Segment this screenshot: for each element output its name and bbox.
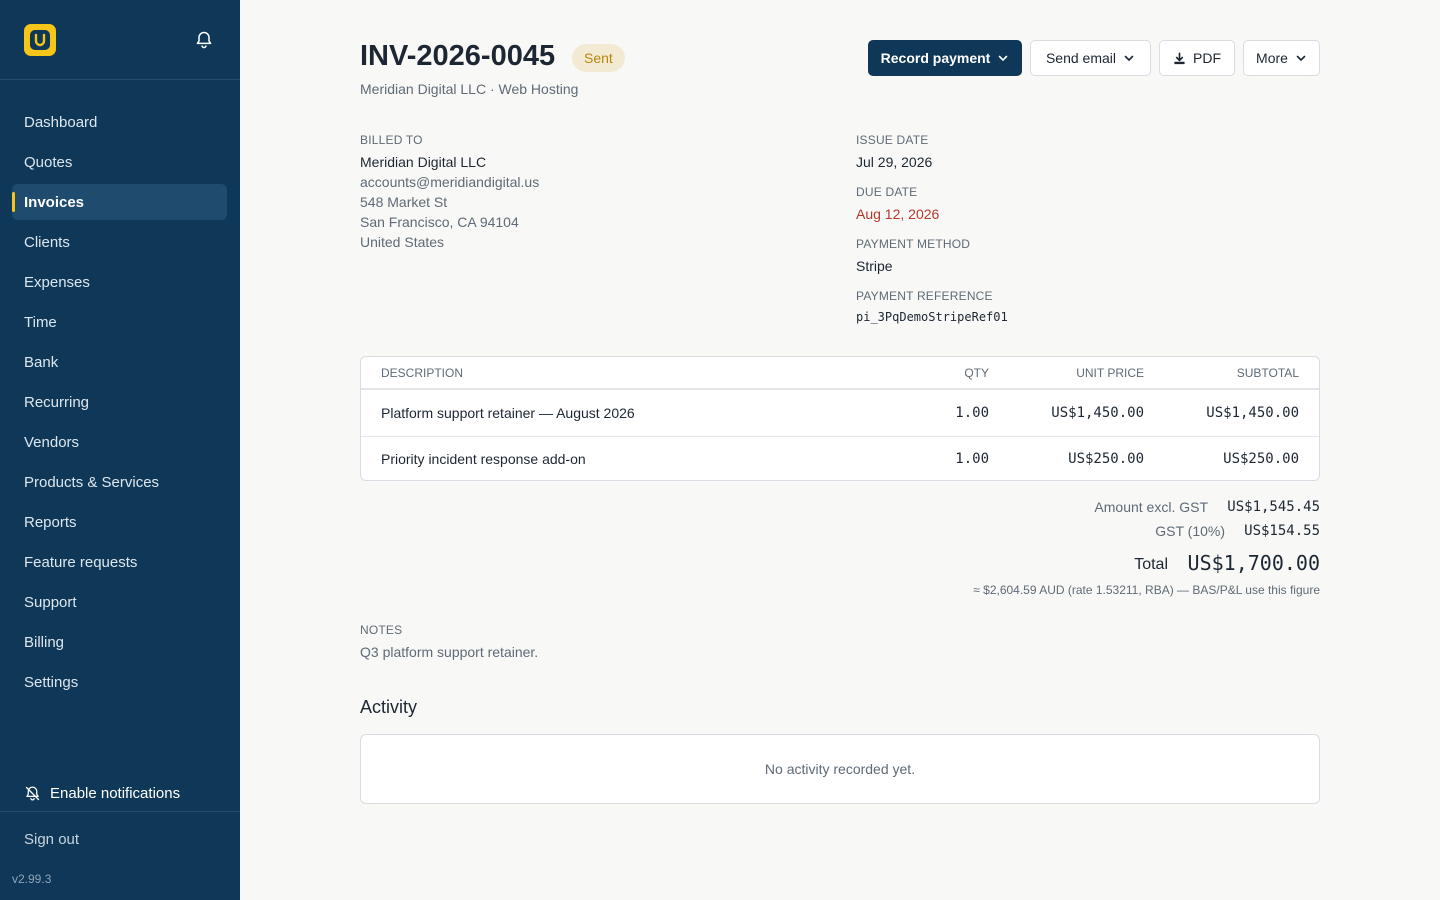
client-name: Meridian Digital LLC	[360, 154, 487, 170]
col-description: DESCRIPTION	[381, 366, 464, 380]
nav-item-invoices[interactable]: Invoices	[12, 184, 227, 220]
pdf-label: PDF	[1193, 50, 1221, 66]
payment-method: Stripe	[856, 258, 893, 274]
item-description: Platform support retainer — August 2026	[381, 405, 635, 421]
line-items-table: DESCRIPTION QTY UNIT PRICE SUBTOTAL Plat…	[360, 356, 1320, 481]
nav-item-bank[interactable]: Bank	[12, 344, 227, 380]
notes-text: Q3 platform support retainer.	[360, 644, 539, 660]
nav-item-feature-requests[interactable]: Feature requests	[12, 544, 227, 580]
download-icon	[1174, 52, 1185, 64]
bell-off-icon	[25, 785, 40, 800]
amount-excl-gst-value: US$1,545.45	[1227, 499, 1320, 515]
more-actions-button[interactable]: More	[1243, 40, 1320, 76]
billed-to-label: BILLED TO	[360, 133, 423, 147]
record-payment-button[interactable]: Record payment	[868, 40, 1022, 76]
nav-item-settings[interactable]: Settings	[12, 664, 227, 700]
nav-item-dashboard[interactable]: Dashboard	[12, 104, 227, 140]
nav-item-vendors[interactable]: Vendors	[12, 424, 227, 460]
client-street: 548 Market St	[360, 194, 448, 210]
issue-date: Jul 29, 2026	[856, 154, 933, 170]
item-unit-price: US$1,450.00	[1051, 405, 1144, 421]
col-subtotal: SUBTOTAL	[1236, 366, 1299, 380]
amount-excl-gst-label: Amount excl. GST	[1094, 499, 1208, 515]
activity-title: Activity	[360, 697, 418, 717]
record-payment-label: Record payment	[880, 50, 991, 66]
status-badge: Sent	[572, 44, 625, 72]
payment-reference: pi_3PqDemoStripeRef01	[856, 310, 1008, 324]
gst-value: US$154.55	[1244, 523, 1320, 539]
chevron-down-icon	[999, 55, 1008, 61]
client-city: San Francisco, CA 94104	[360, 214, 519, 230]
nav-item-expenses[interactable]: Expenses	[12, 264, 227, 300]
chevron-down-icon	[1296, 55, 1306, 61]
total-label: Total	[1134, 556, 1168, 573]
col-unit-price: UNIT PRICE	[1076, 366, 1144, 380]
col-qty: QTY	[964, 366, 989, 380]
enable-notifications-label: Enable notifications	[50, 784, 181, 802]
enable-notifications-button[interactable]: Enable notifications	[24, 782, 180, 804]
payment-method-label: PAYMENT METHOD	[856, 237, 971, 251]
chevron-down-icon	[1124, 55, 1134, 61]
pdf-download-button[interactable]: PDF	[1159, 40, 1235, 76]
nav-label: Invoices	[24, 193, 85, 211]
item-description: Priority incident response add-on	[381, 451, 586, 467]
nav-label: Recurring	[24, 393, 90, 411]
sidebar-header	[0, 0, 240, 80]
nav-item-quotes[interactable]: Quotes	[12, 144, 227, 180]
nav-label: Time	[24, 313, 57, 331]
nav-label: Quotes	[24, 153, 73, 171]
item-subtotal: US$250.00	[1223, 451, 1299, 467]
more-label: More	[1256, 50, 1288, 66]
sidebar: Dashboard Quotes Invoices Clients Expens…	[0, 0, 240, 900]
nav-label: Reports	[24, 513, 77, 531]
activity-panel: No activity recorded yet.	[360, 734, 1320, 804]
item-unit-price: US$250.00	[1068, 451, 1144, 467]
nav-item-reports[interactable]: Reports	[12, 504, 227, 540]
table-row: Platform support retainer — August 2026 …	[361, 391, 1319, 436]
sidebar-nav: Dashboard Quotes Invoices Clients Expens…	[12, 104, 227, 704]
send-email-button[interactable]: Send email	[1030, 40, 1151, 76]
client-country: United States	[360, 234, 445, 250]
logo-mark-icon	[30, 30, 50, 50]
issue-date-label: ISSUE DATE	[856, 133, 929, 147]
nav-label: Dashboard	[24, 113, 98, 131]
notes-label: NOTES	[360, 623, 403, 637]
nav-item-billing[interactable]: Billing	[12, 624, 227, 660]
nav-label: Support	[24, 593, 77, 611]
nav-label: Bank	[24, 353, 59, 371]
nav-label: Clients	[24, 233, 70, 251]
client-email: accounts@meridiandigital.us	[360, 174, 540, 190]
sign-out-link[interactable]: Sign out	[24, 831, 79, 848]
nav-item-support[interactable]: Support	[12, 584, 227, 620]
item-subtotal: US$1,450.00	[1206, 405, 1299, 421]
gst-label: GST (10%)	[1155, 523, 1225, 539]
nav-item-time[interactable]: Time	[12, 304, 227, 340]
nav-label: Expenses	[24, 273, 90, 291]
table-row: Priority incident response add-on 1.00 U…	[361, 436, 1319, 481]
app-logo[interactable]	[24, 24, 56, 56]
nav-label: Settings	[24, 673, 79, 691]
send-email-label: Send email	[1045, 50, 1117, 66]
aud-conversion-note: ≈ $2,604.59 AUD (rate 1.53211, RBA) — BA…	[973, 583, 1320, 597]
nav-label: Vendors	[24, 433, 80, 451]
notifications-bell-icon[interactable]	[194, 30, 214, 50]
item-qty: 1.00	[955, 451, 989, 467]
app-version: v2.99.3	[12, 872, 52, 886]
nav-label: Products & Services	[24, 473, 160, 491]
nav-item-products-services[interactable]: Products & Services	[12, 464, 227, 500]
nav-label: Feature requests	[24, 553, 138, 571]
activity-empty-message: No activity recorded yet.	[764, 761, 916, 777]
nav-label: Billing	[24, 633, 65, 651]
due-date-label: DUE DATE	[856, 185, 918, 199]
table-header: DESCRIPTION QTY UNIT PRICE SUBTOTAL	[361, 357, 1319, 390]
payment-reference-label: PAYMENT REFERENCE	[856, 289, 993, 303]
total-value: US$1,700.00	[1187, 551, 1320, 575]
sidebar-divider	[0, 811, 240, 812]
nav-item-recurring[interactable]: Recurring	[12, 384, 227, 420]
due-date: Aug 12, 2026	[856, 206, 940, 222]
nav-item-clients[interactable]: Clients	[12, 224, 227, 260]
invoice-subtitle: Meridian Digital LLC · Web Hosting	[360, 81, 579, 97]
item-qty: 1.00	[955, 405, 989, 421]
invoice-number: INV-2026-0045	[360, 40, 556, 72]
